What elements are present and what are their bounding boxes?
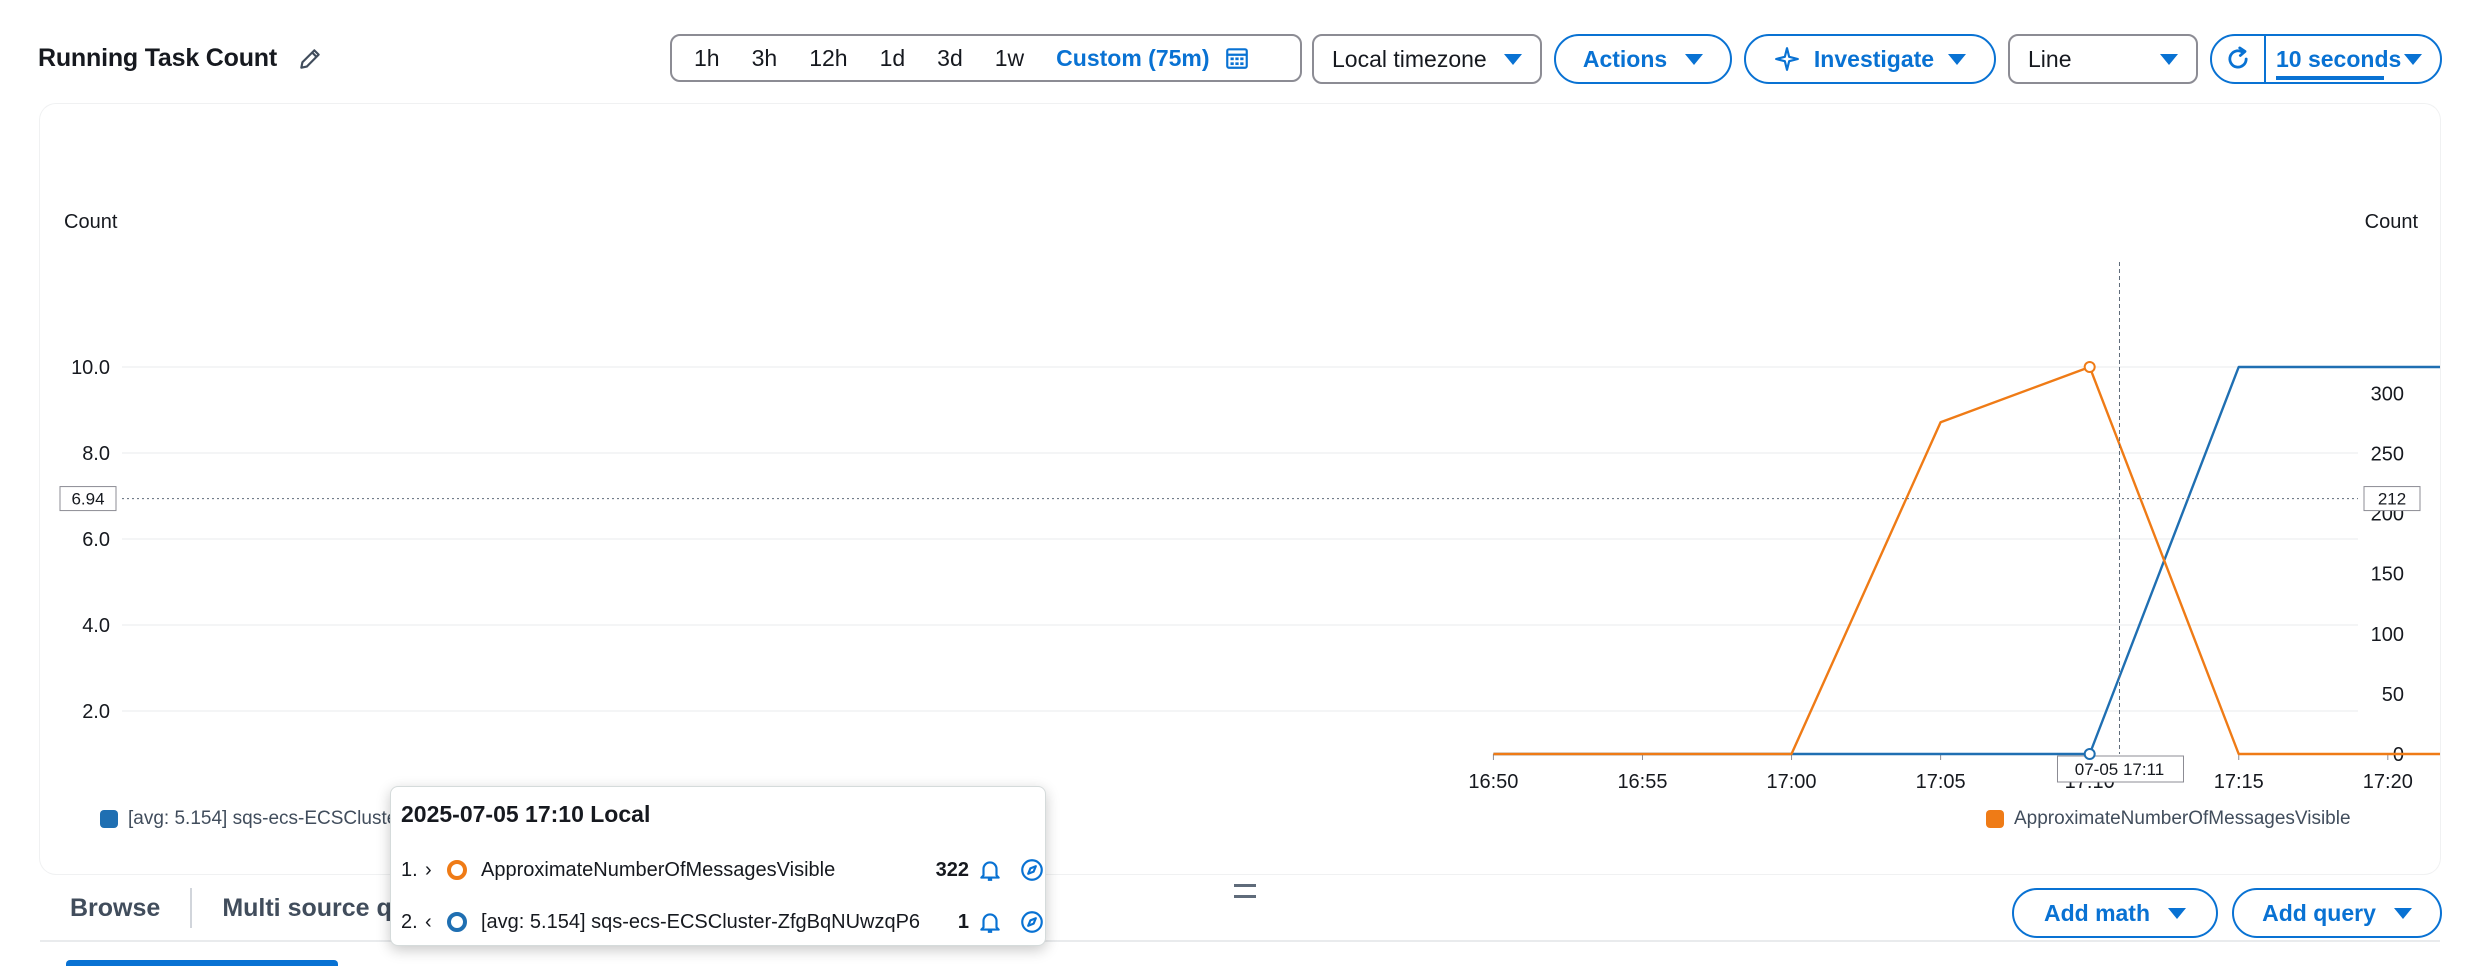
bell-icon[interactable]: [977, 909, 1003, 935]
caret-down-icon: [2404, 53, 2422, 65]
tab-browse[interactable]: Browse: [40, 880, 190, 936]
calendar-icon[interactable]: [1224, 45, 1250, 71]
actions-label: Actions: [1582, 45, 1668, 72]
tooltip-row: 1. › ApproximateNumberOfMessagesVisible …: [401, 844, 1045, 896]
y-tick-label-right: 250: [2371, 444, 2404, 466]
add-math-button[interactable]: Add math: [2012, 888, 2218, 938]
caret-down-icon: [1948, 53, 1967, 65]
series-line-ecs-tasks: [1493, 365, 2440, 756]
add-math-label: Add math: [2043, 899, 2151, 926]
legend-swatch: [100, 810, 118, 828]
x-tick-label: 17:05: [1916, 771, 1966, 793]
refresh-progress-bar: [2276, 76, 2384, 80]
chart-type-value: Line: [2028, 45, 2072, 72]
hover-point-orange: [2083, 361, 2096, 373]
refresh-icon: [2228, 46, 2248, 69]
compass-icon[interactable]: [1019, 909, 1045, 935]
crosshair-time-label: 07-05 17:11: [2075, 760, 2164, 779]
y-tick-label-right: 150: [2371, 564, 2404, 586]
x-tick-label: 17:00: [1767, 771, 1817, 793]
investigate-button[interactable]: Investigate: [1744, 34, 1996, 84]
y-tick-label-right: 100: [2371, 624, 2404, 646]
resize-handle[interactable]: [1234, 884, 1256, 898]
legend-label: ApproximateNumberOfMessagesVisible: [2014, 808, 2351, 829]
series-line-messages-visible: [1493, 365, 2440, 756]
tooltip-title: 2025-07-05 17:10 Local: [401, 801, 651, 827]
refresh-control: 10 seconds: [2210, 34, 2442, 84]
primary-button-edge[interactable]: [66, 960, 338, 966]
investigate-label: Investigate: [1813, 45, 1935, 72]
range-1h[interactable]: 1h: [678, 36, 736, 80]
caret-down-icon: [2160, 53, 2178, 65]
tooltip-row: 2. ‹ [avg: 5.154] sqs-ecs-ECSCluster-Zfg…: [401, 896, 1045, 948]
chevron-right-icon[interactable]: ›: [425, 859, 447, 882]
series-value: 322: [935, 858, 969, 881]
y-tick-label-right: 300: [2371, 383, 2404, 405]
legend-item-ecs[interactable]: [avg: 5.154] sqs-ecs-ECSCluste: [100, 808, 397, 830]
widget-header: Running Task Count: [38, 44, 323, 73]
caret-down-icon: [1504, 53, 1522, 65]
row-index: 1.: [401, 858, 418, 881]
timezone-value: Local timezone: [1332, 45, 1487, 72]
y-tick-label-left: 4.0: [82, 615, 110, 637]
y-tick-label-right: 50: [2382, 684, 2404, 706]
y-axis-title-right: Count: [2365, 211, 2419, 233]
query-tabs: Browse Multi source q: [40, 880, 422, 936]
crosshair-right-value: 212: [2378, 490, 2406, 509]
series-dot: [447, 912, 467, 932]
add-query-button[interactable]: Add query: [2232, 888, 2442, 938]
x-tick-label: 16:55: [1617, 771, 1667, 793]
series-value: 1: [957, 910, 969, 933]
range-custom[interactable]: Custom (75m): [1040, 36, 1221, 80]
refresh-interval-select[interactable]: 10 seconds: [2266, 36, 2440, 82]
hover-point-blue: [2083, 748, 2096, 760]
page-title: Running Task Count: [38, 44, 277, 72]
series-dot: [447, 860, 467, 880]
x-tick-label: 17:15: [2214, 771, 2264, 793]
row-index: 2.: [401, 910, 418, 933]
crosshair-left-value: 6.94: [71, 490, 104, 509]
pencil-icon[interactable]: [297, 46, 323, 72]
time-range-selector: 1h 3h 12h 1d 3d 1w Custom (75m): [670, 34, 1302, 82]
actions-button[interactable]: Actions: [1554, 34, 1732, 84]
line-chart[interactable]: 10.08.06.04.02.0300250200150100500Count C…: [40, 104, 2440, 874]
y-tick-label-left: 8.0: [82, 443, 110, 465]
tab-multi-source-query[interactable]: Multi source q: [192, 880, 421, 936]
row-actions: [977, 857, 1045, 883]
x-tick-label: 17:20: [2363, 771, 2413, 793]
timezone-select[interactable]: Local timezone: [1312, 34, 1542, 84]
caret-down-icon: [1685, 53, 1704, 65]
range-3d[interactable]: 3d: [921, 36, 979, 80]
sparkle-icon: [1775, 47, 1799, 71]
caret-down-icon: [2168, 907, 2187, 919]
x-tick-label: 16:50: [1468, 771, 1518, 793]
series-name: [avg: 5.154] sqs-ecs-ECSCluster-ZfgBqNUw…: [481, 910, 921, 933]
bell-icon[interactable]: [977, 857, 1003, 883]
y-tick-label-left: 10.0: [71, 357, 110, 379]
legend-swatch: [1986, 810, 2004, 828]
range-1w[interactable]: 1w: [979, 36, 1040, 80]
range-12h[interactable]: 12h: [793, 36, 863, 80]
refresh-interval-value: 10 seconds: [2276, 45, 2402, 72]
chevron-left-icon[interactable]: ‹: [425, 911, 447, 934]
chart-type-select[interactable]: Line: [2008, 34, 2198, 84]
legend-item-sqs[interactable]: ApproximateNumberOfMessagesVisible: [1986, 808, 2351, 830]
range-3h[interactable]: 3h: [736, 36, 794, 80]
legend-label: [avg: 5.154] sqs-ecs-ECSCluste: [128, 808, 398, 829]
add-query-label: Add query: [2262, 899, 2376, 926]
y-tick-label-left: 6.0: [82, 529, 110, 551]
caret-down-icon: [2393, 907, 2412, 919]
chart-tooltip: 2025-07-05 17:10 Local 1. › ApproximateN…: [390, 786, 1046, 946]
range-1d[interactable]: 1d: [864, 36, 922, 80]
refresh-button[interactable]: [2212, 36, 2266, 82]
compass-icon[interactable]: [1019, 857, 1045, 883]
chart-panel: 10.0 8.0 6.0 4.0 2.0 300 250 200 150 100 50 0 Count C…: [40, 104, 2440, 874]
row-actions: [977, 909, 1045, 935]
y-axis-title-left: Count: [64, 211, 118, 233]
y-tick-label-left: 2.0: [82, 701, 110, 723]
series-name: ApproximateNumberOfMessagesVisible: [481, 858, 836, 881]
